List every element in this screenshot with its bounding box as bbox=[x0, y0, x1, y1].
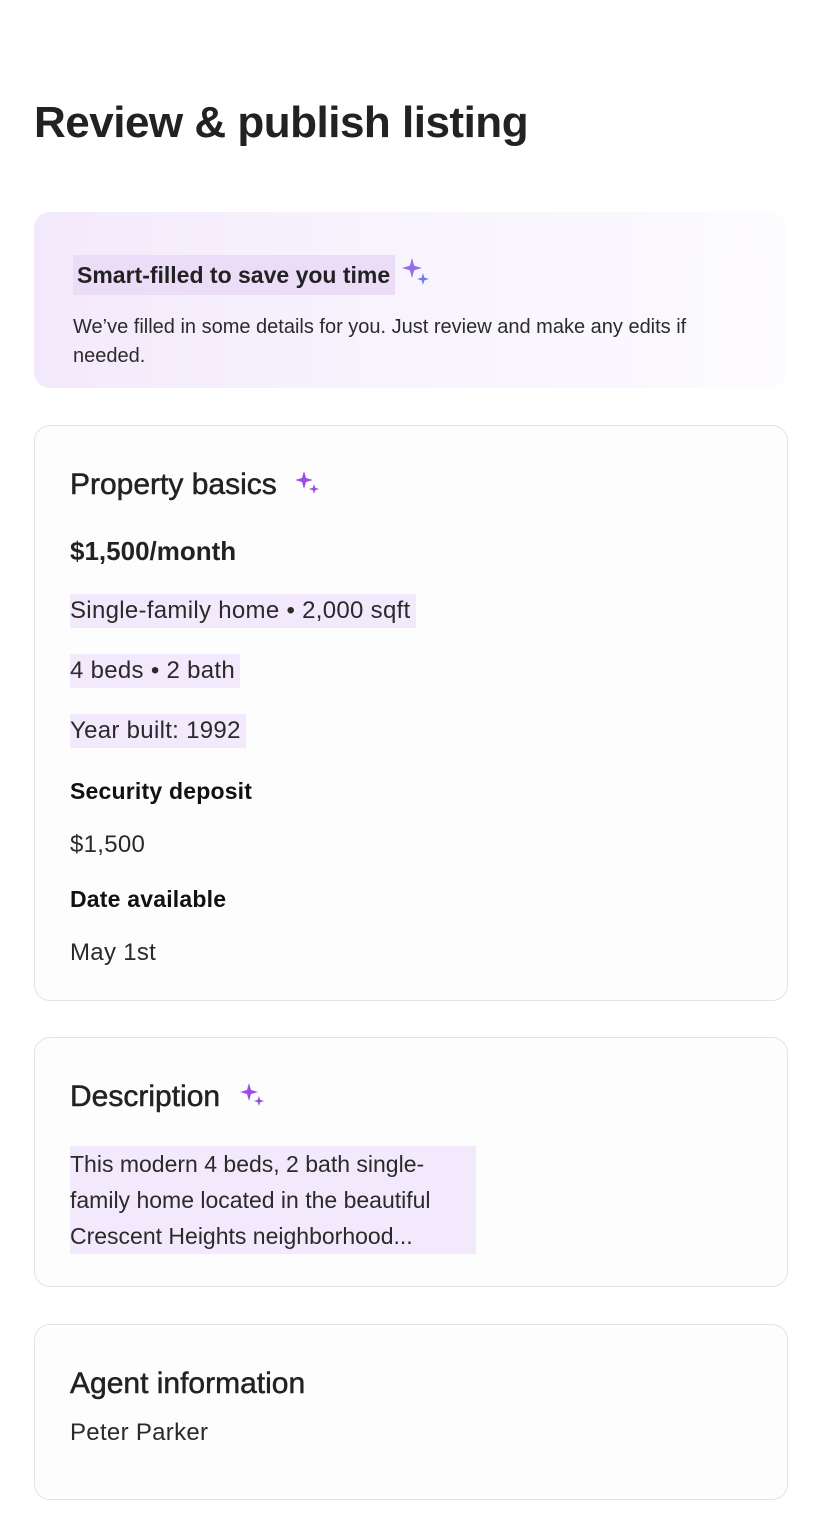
property-basics-card[interactable]: Property basics $1,500/month Single-fami… bbox=[34, 425, 788, 1001]
agent-name: Peter Parker bbox=[70, 1419, 209, 1446]
agent-information-card[interactable]: Agent information Peter Parker bbox=[34, 1324, 788, 1500]
year-built: Year built: 1992 bbox=[70, 714, 246, 748]
sparkle-icon bbox=[401, 256, 433, 295]
beds-baths: 4 beds • 2 bath bbox=[70, 654, 241, 688]
property-basics-heading: Property basics bbox=[70, 468, 277, 502]
description-text: This modern 4 beds, 2 bath single-family… bbox=[70, 1146, 476, 1254]
sparkle-icon bbox=[238, 1080, 268, 1115]
banner-title: Smart-filled to save you time bbox=[73, 255, 396, 295]
description-heading-row: Description bbox=[70, 1077, 268, 1117]
agent-information-heading: Agent information bbox=[70, 1367, 306, 1401]
sparkle-icon bbox=[293, 468, 323, 503]
monthly-price: $1,500/month bbox=[70, 536, 237, 566]
date-available-label: Date available bbox=[70, 886, 227, 912]
property-basics-heading-row: Property basics bbox=[70, 465, 323, 505]
security-deposit-label: Security deposit bbox=[70, 778, 253, 804]
agent-heading-row: Agent information bbox=[70, 1364, 306, 1404]
banner-title-row: Smart-filled to save you time bbox=[73, 255, 433, 295]
description-card[interactable]: Description This modern 4 beds, 2 bath s… bbox=[34, 1037, 788, 1287]
date-available-value: May 1st bbox=[70, 939, 157, 966]
smart-filled-banner: Smart-filled to save you time We’ve fill… bbox=[34, 212, 786, 388]
banner-description: We’ve filled in some details for you. Ju… bbox=[73, 316, 687, 367]
security-deposit-value: $1,500 bbox=[70, 831, 146, 858]
description-heading: Description bbox=[70, 1080, 221, 1114]
page-title: Review & publish listing bbox=[34, 98, 529, 147]
home-type-size: Single-family home • 2,000 sqft bbox=[70, 594, 416, 628]
